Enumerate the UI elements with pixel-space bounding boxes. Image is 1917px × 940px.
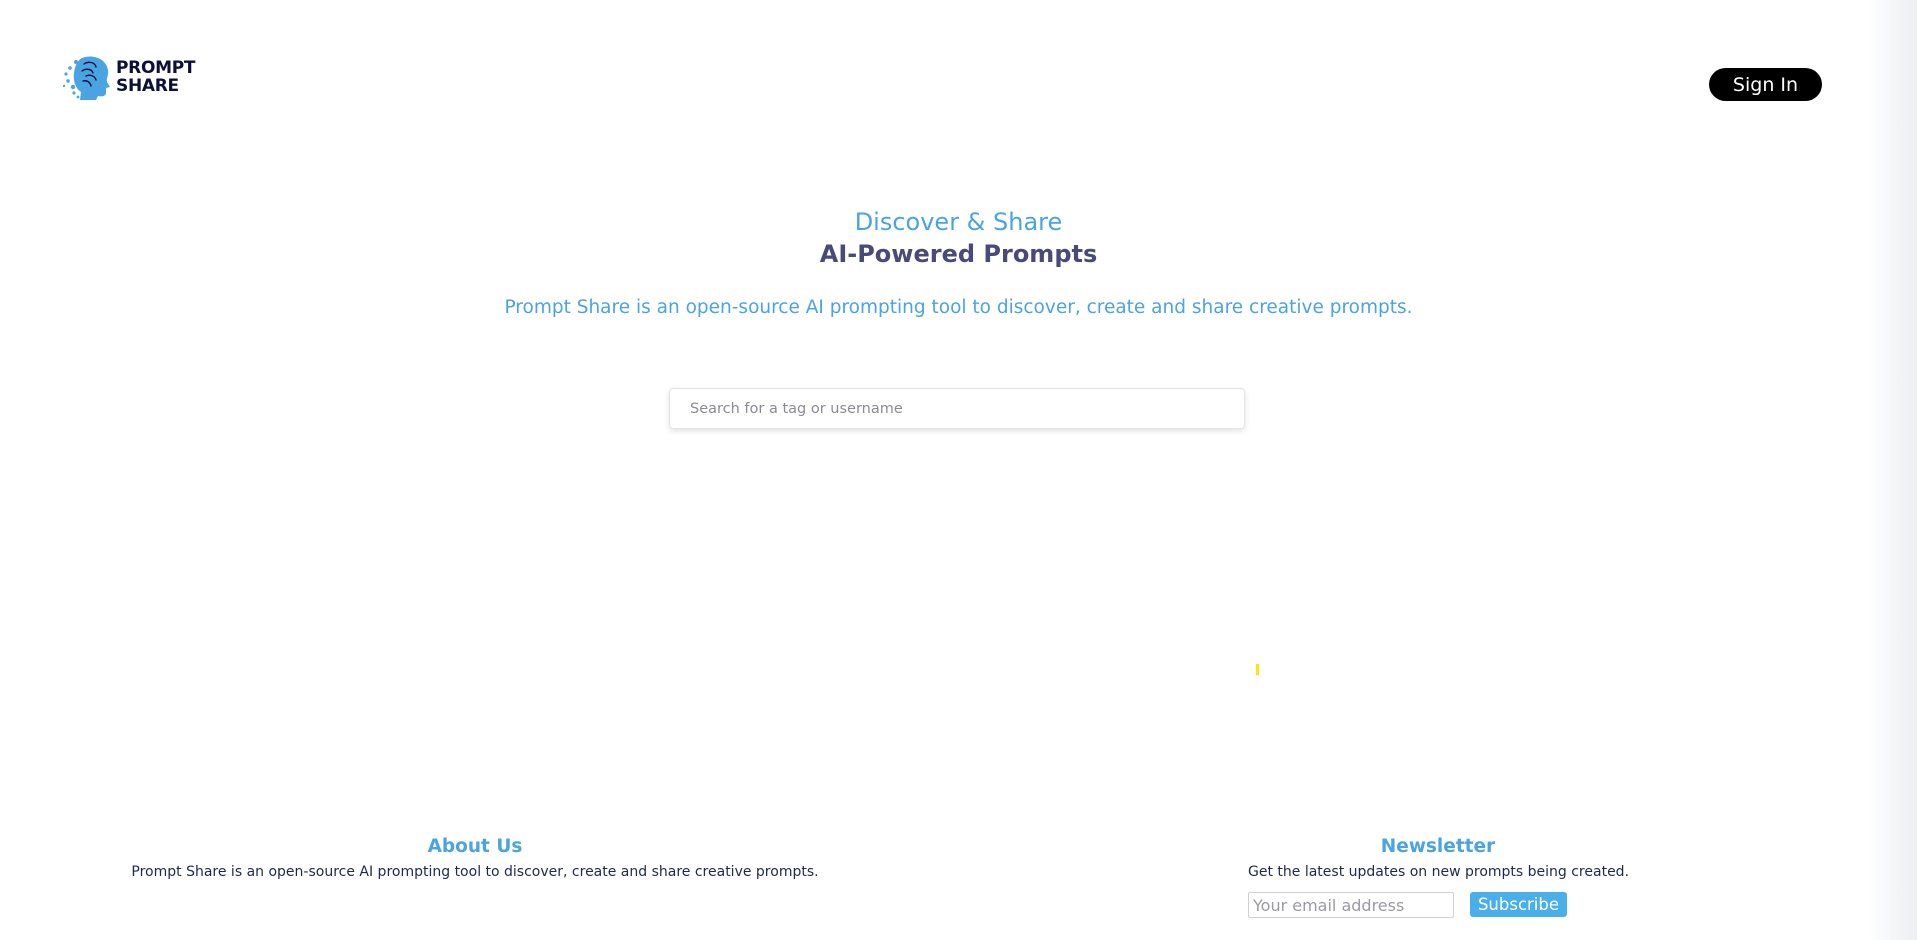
page: PROMPT SHARE Sign In Discover & Share AI… (0, 0, 1917, 940)
logo-text: PROMPT SHARE (116, 59, 195, 95)
newsletter-heading: Newsletter (1380, 836, 1496, 857)
search-input[interactable] (669, 388, 1245, 429)
logo[interactable]: PROMPT SHARE (62, 54, 195, 100)
about-us-heading: About Us (427, 836, 523, 857)
hero-description: Prompt Share is an open-source AI prompt… (504, 297, 1413, 318)
sign-in-button[interactable]: Sign In (1709, 68, 1822, 101)
cursor-marker (1256, 664, 1259, 675)
about-us-text: Prompt Share is an open-source AI prompt… (131, 864, 819, 880)
brain-head-icon (62, 56, 110, 100)
logo-line-2: SHARE (116, 76, 179, 96)
newsletter-text: Get the latest updates on new prompts be… (1248, 864, 1630, 880)
hero-subtitle: AI-Powered Prompts (819, 240, 1098, 268)
hero-title: Discover & Share (854, 208, 1063, 236)
logo-line-1: PROMPT (116, 58, 196, 78)
email-input[interactable] (1248, 892, 1454, 918)
subscribe-button[interactable]: Subscribe (1470, 892, 1567, 917)
scrollbar-shadow (1867, 0, 1917, 940)
